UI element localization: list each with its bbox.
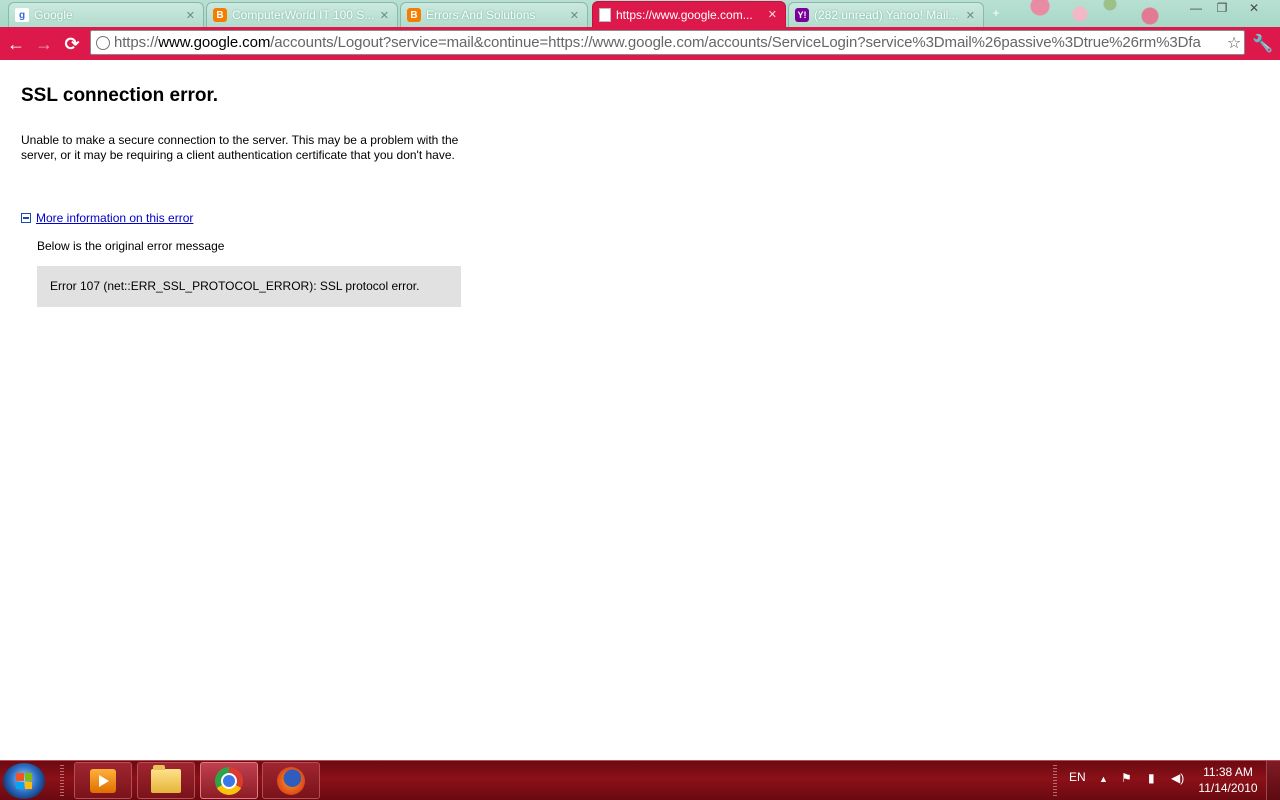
tab-title: Errors And Solutions (426, 8, 536, 22)
close-tab-icon[interactable]: ✕ (570, 9, 579, 22)
battery-icon[interactable]: ▮ (1148, 771, 1155, 785)
more-info-link[interactable]: More information on this error (36, 211, 193, 225)
show-hidden-icons-icon[interactable]: ▲ (1099, 774, 1108, 784)
clock-date: 11/14/2010 (1198, 781, 1258, 795)
volume-icon[interactable]: ◀) (1171, 771, 1184, 785)
clock-time: 11:38 AM (1203, 765, 1253, 779)
windows-logo-icon (16, 773, 32, 789)
folder-icon (151, 764, 181, 793)
back-button[interactable]: ← (3, 31, 29, 57)
media-player-icon (90, 768, 116, 793)
close-window-button[interactable]: ✕ (1242, 0, 1266, 16)
restore-button[interactable]: ❐ (1210, 0, 1234, 16)
firefox-icon (277, 766, 305, 795)
system-clock[interactable]: 11:38 AM 11/14/2010 (1188, 764, 1268, 796)
collapse-minus-icon[interactable] (21, 213, 31, 223)
close-tab-icon[interactable]: ✕ (380, 9, 389, 22)
tab-yahoo-mail[interactable]: Y! (282 unread) Yahoo! Mail... ✕ (788, 2, 984, 27)
globe-icon (96, 35, 110, 50)
original-error-label: Below is the original error message (37, 239, 225, 253)
taskbar-chrome-button[interactable] (200, 762, 258, 799)
taskbar-explorer-button[interactable] (137, 762, 195, 799)
blogger-favicon-icon: B (407, 8, 421, 22)
taskbar-grip[interactable] (60, 765, 64, 797)
tray-grip[interactable] (1053, 765, 1057, 797)
google-favicon-icon: g (15, 8, 29, 22)
tab-title: (282 unread) Yahoo! Mail... (814, 8, 959, 22)
minimize-button[interactable]: — (1184, 0, 1208, 16)
language-indicator[interactable]: EN (1069, 770, 1086, 784)
show-desktop-button[interactable] (1266, 761, 1280, 800)
close-tab-icon[interactable]: ✕ (966, 9, 975, 22)
blogger-favicon-icon: B (213, 8, 227, 22)
close-tab-icon[interactable]: ✕ (186, 9, 195, 22)
chrome-icon (215, 766, 243, 795)
new-tab-button[interactable]: + (988, 6, 1004, 20)
close-tab-icon[interactable]: ✕ (768, 8, 777, 21)
tab-strip: g Google ✕ B ComputerWorld IT 100 S... ✕… (0, 0, 1280, 27)
start-button[interactable] (3, 763, 45, 799)
more-info-toggle[interactable]: More information on this error (21, 211, 193, 225)
bookmark-star-icon[interactable]: ☆ (1224, 33, 1244, 53)
tab-title: ComputerWorld IT 100 S... (232, 8, 375, 22)
url-text[interactable]: https://www.google.com/accounts/Logout?s… (114, 34, 1224, 51)
browser-toolbar: ← → ⟳ https://www.google.com/accounts/Lo… (0, 27, 1280, 60)
page-favicon-icon (599, 7, 611, 22)
yahoo-favicon-icon: Y! (795, 8, 809, 22)
tab-google-logout-active[interactable]: https://www.google.com... ✕ (592, 1, 786, 27)
windows-taskbar: EN ▲ ⚑ ▮ ◀) 11:38 AM 11/14/2010 (0, 760, 1280, 800)
error-description: Unable to make a secure connection to th… (21, 133, 459, 162)
wrench-menu-icon[interactable]: 🔧 (1252, 31, 1274, 57)
tab-errors-and-solutions[interactable]: B Errors And Solutions ✕ (400, 2, 588, 27)
forward-button[interactable]: → (31, 31, 57, 57)
tab-title: Google (34, 8, 73, 22)
error-page: SSL connection error. Unable to make a s… (0, 60, 1280, 760)
action-center-flag-icon[interactable]: ⚑ (1121, 771, 1132, 785)
tab-google[interactable]: g Google ✕ (8, 2, 204, 27)
error-message-box: Error 107 (net::ERR_SSL_PROTOCOL_ERROR):… (37, 266, 461, 307)
reload-button[interactable]: ⟳ (59, 31, 85, 57)
tab-title: https://www.google.com... (616, 7, 753, 22)
page-title: SSL connection error. (21, 85, 219, 106)
address-bar[interactable]: https://www.google.com/accounts/Logout?s… (90, 30, 1245, 55)
tab-computerworld[interactable]: B ComputerWorld IT 100 S... ✕ (206, 2, 398, 27)
taskbar-firefox-button[interactable] (262, 762, 320, 799)
taskbar-media-player-button[interactable] (74, 762, 132, 799)
